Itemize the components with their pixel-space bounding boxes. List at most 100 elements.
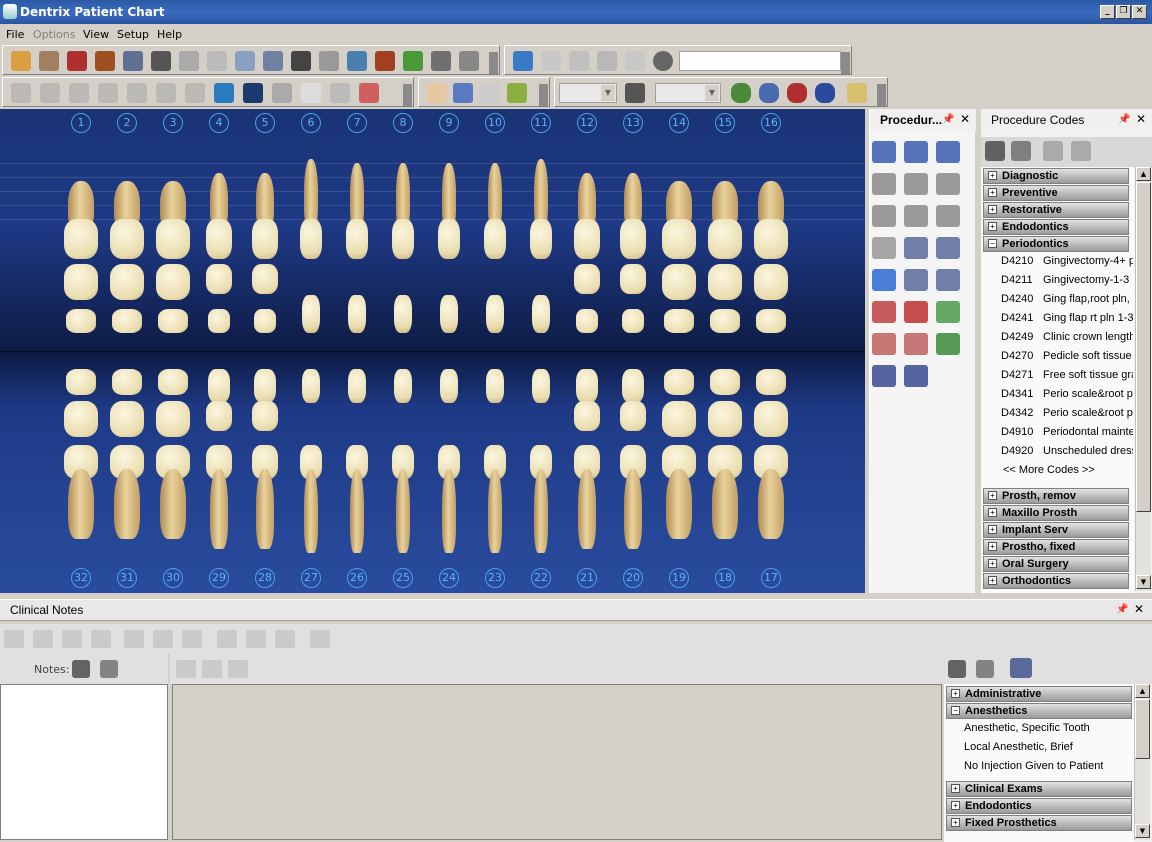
tooth-17-occlusal[interactable]: [754, 401, 788, 437]
patient-chair-icon[interactable]: [95, 51, 115, 71]
image-icon[interactable]: [214, 83, 234, 103]
copy-icon[interactable]: [202, 660, 222, 678]
tooth-2-incisal[interactable]: [112, 309, 142, 333]
tooth-number-21[interactable]: 21: [577, 568, 597, 588]
tooth-29-occlusal[interactable]: [206, 401, 232, 431]
whitening-icon[interactable]: [936, 333, 960, 355]
tooth-1[interactable]: [64, 219, 98, 259]
monitor-icon[interactable]: [127, 83, 147, 103]
toolbar-overflow-arrow[interactable]: [403, 84, 412, 106]
tooth-number-30[interactable]: 30: [163, 568, 183, 588]
expand-icon[interactable]: +: [988, 525, 997, 534]
detail-view-icon[interactable]: [948, 660, 966, 678]
glasses-icon[interactable]: [431, 51, 451, 71]
tooth-number-1[interactable]: 1: [71, 113, 91, 133]
schedule-icon[interactable]: [235, 51, 255, 71]
xray-icon[interactable]: [185, 83, 205, 103]
expand-icon[interactable]: +: [988, 188, 997, 197]
list-icon[interactable]: [291, 51, 311, 71]
tooth-number-25[interactable]: 25: [393, 568, 413, 588]
post-160-icon[interactable]: [936, 205, 960, 227]
post-120-icon[interactable]: [904, 173, 928, 195]
xray-p-icon[interactable]: [904, 237, 928, 259]
card-icon[interactable]: [179, 51, 199, 71]
tooth-number-6[interactable]: 6: [301, 113, 321, 133]
tooth-19-incisal[interactable]: [664, 369, 694, 395]
tooth-27-incisal[interactable]: [302, 369, 320, 403]
tooth-1-occlusal[interactable]: [64, 264, 98, 300]
close-icon[interactable]: ✕: [1134, 602, 1144, 616]
tooth-8-incisal[interactable]: [394, 295, 412, 333]
close-icon[interactable]: ✕: [960, 112, 970, 126]
tooth-number-12[interactable]: 12: [577, 113, 597, 133]
globe-icon[interactable]: [123, 51, 143, 71]
eo-icon[interactable]: [731, 83, 751, 103]
menu-help[interactable]: Help: [157, 28, 182, 41]
sealant-icon[interactable]: [872, 269, 896, 291]
menu-options[interactable]: Options: [33, 28, 75, 41]
procedure-code-item[interactable]: D4920 Unscheduled dress: [1001, 445, 1133, 457]
tooth-number-32[interactable]: 32: [71, 568, 91, 588]
tooth-31-incisal[interactable]: [112, 369, 142, 395]
category-maxillo-prosth[interactable]: + Maxillo Prosth: [983, 505, 1129, 521]
tooth-9[interactable]: [438, 219, 460, 259]
menu-file[interactable]: File: [6, 28, 24, 41]
note-text-area[interactable]: [172, 684, 942, 840]
tooth-24-incisal[interactable]: [440, 369, 458, 403]
tooth-30-incisal[interactable]: [158, 369, 188, 395]
patient-search-field[interactable]: [679, 51, 841, 71]
tooth-22-incisal[interactable]: [532, 369, 550, 403]
category-orthodontics[interactable]: + Orthodontics: [983, 573, 1129, 589]
tooth-31-occlusal[interactable]: [110, 401, 144, 437]
move-note-icon[interactable]: [153, 630, 173, 648]
tooth-21-incisal[interactable]: [576, 369, 598, 403]
note-template-item[interactable]: Anesthetic, Specific Tooth: [964, 722, 1090, 734]
menu-setup[interactable]: Setup: [117, 28, 149, 41]
tooth-number-28[interactable]: 28: [255, 568, 275, 588]
tooth-number-10[interactable]: 10: [485, 113, 505, 133]
radiograph-icon[interactable]: [243, 83, 263, 103]
category-anesthetics[interactable]: − Anesthetics: [946, 703, 1132, 719]
scroll-down-icon[interactable]: ▼: [1135, 824, 1150, 838]
tooth-17-incisal[interactable]: [756, 369, 786, 395]
paper-icon[interactable]: [272, 83, 292, 103]
tooth-11-incisal[interactable]: [532, 295, 550, 333]
scroll-down-icon[interactable]: ▼: [1136, 575, 1151, 589]
procedure-code-item[interactable]: D4211 Gingivectomy-1-3 p: [1001, 274, 1133, 286]
tooth-number-24[interactable]: 24: [439, 568, 459, 588]
category-administrative[interactable]: + Administrative: [946, 686, 1132, 702]
category-endodontics[interactable]: + Endodontics: [983, 219, 1129, 235]
check-icon[interactable]: [815, 83, 835, 103]
xray-x-icon[interactable]: [936, 237, 960, 259]
pen-icon[interactable]: [625, 83, 645, 103]
tooth-number-16[interactable]: 16: [761, 113, 781, 133]
ring-icon[interactable]: [330, 83, 350, 103]
tooth-select-icon[interactable]: [11, 83, 31, 103]
perio-scaling-icon[interactable]: [872, 365, 896, 387]
book-icon[interactable]: [67, 51, 87, 71]
minimize-button[interactable]: _: [1100, 5, 1115, 19]
tooth-9-incisal[interactable]: [440, 295, 458, 333]
templates-scrollbar[interactable]: ▲ ▼: [1134, 684, 1150, 840]
procedure-code-item[interactable]: D4210 Gingivectomy-4+ p: [1001, 255, 1133, 267]
denture-lower-icon[interactable]: [904, 333, 928, 355]
collapse-icon[interactable]: −: [951, 706, 960, 715]
list-view-icon[interactable]: [1011, 141, 1031, 161]
extraction-icon[interactable]: [936, 301, 960, 323]
letter-icon[interactable]: [207, 51, 227, 71]
post-150-icon[interactable]: [904, 205, 928, 227]
pocket-icon[interactable]: [69, 83, 89, 103]
tooth-number-26[interactable]: 26: [347, 568, 367, 588]
implant-icon[interactable]: [872, 237, 896, 259]
provider-icon[interactable]: [246, 630, 266, 648]
category-fixed-prosthetics[interactable]: + Fixed Prosthetics: [946, 815, 1132, 831]
expand-icon[interactable]: +: [988, 205, 997, 214]
expand-icon[interactable]: +: [988, 559, 997, 568]
tooth-5-occlusal[interactable]: [252, 264, 278, 294]
tooth-11[interactable]: [530, 219, 552, 259]
list-view-icon[interactable]: [100, 660, 118, 678]
tooth-3-incisal[interactable]: [158, 309, 188, 333]
tooth-13-incisal[interactable]: [622, 309, 644, 333]
tooth-16-occlusal[interactable]: [754, 264, 788, 300]
xray-bw-icon[interactable]: [904, 269, 928, 291]
